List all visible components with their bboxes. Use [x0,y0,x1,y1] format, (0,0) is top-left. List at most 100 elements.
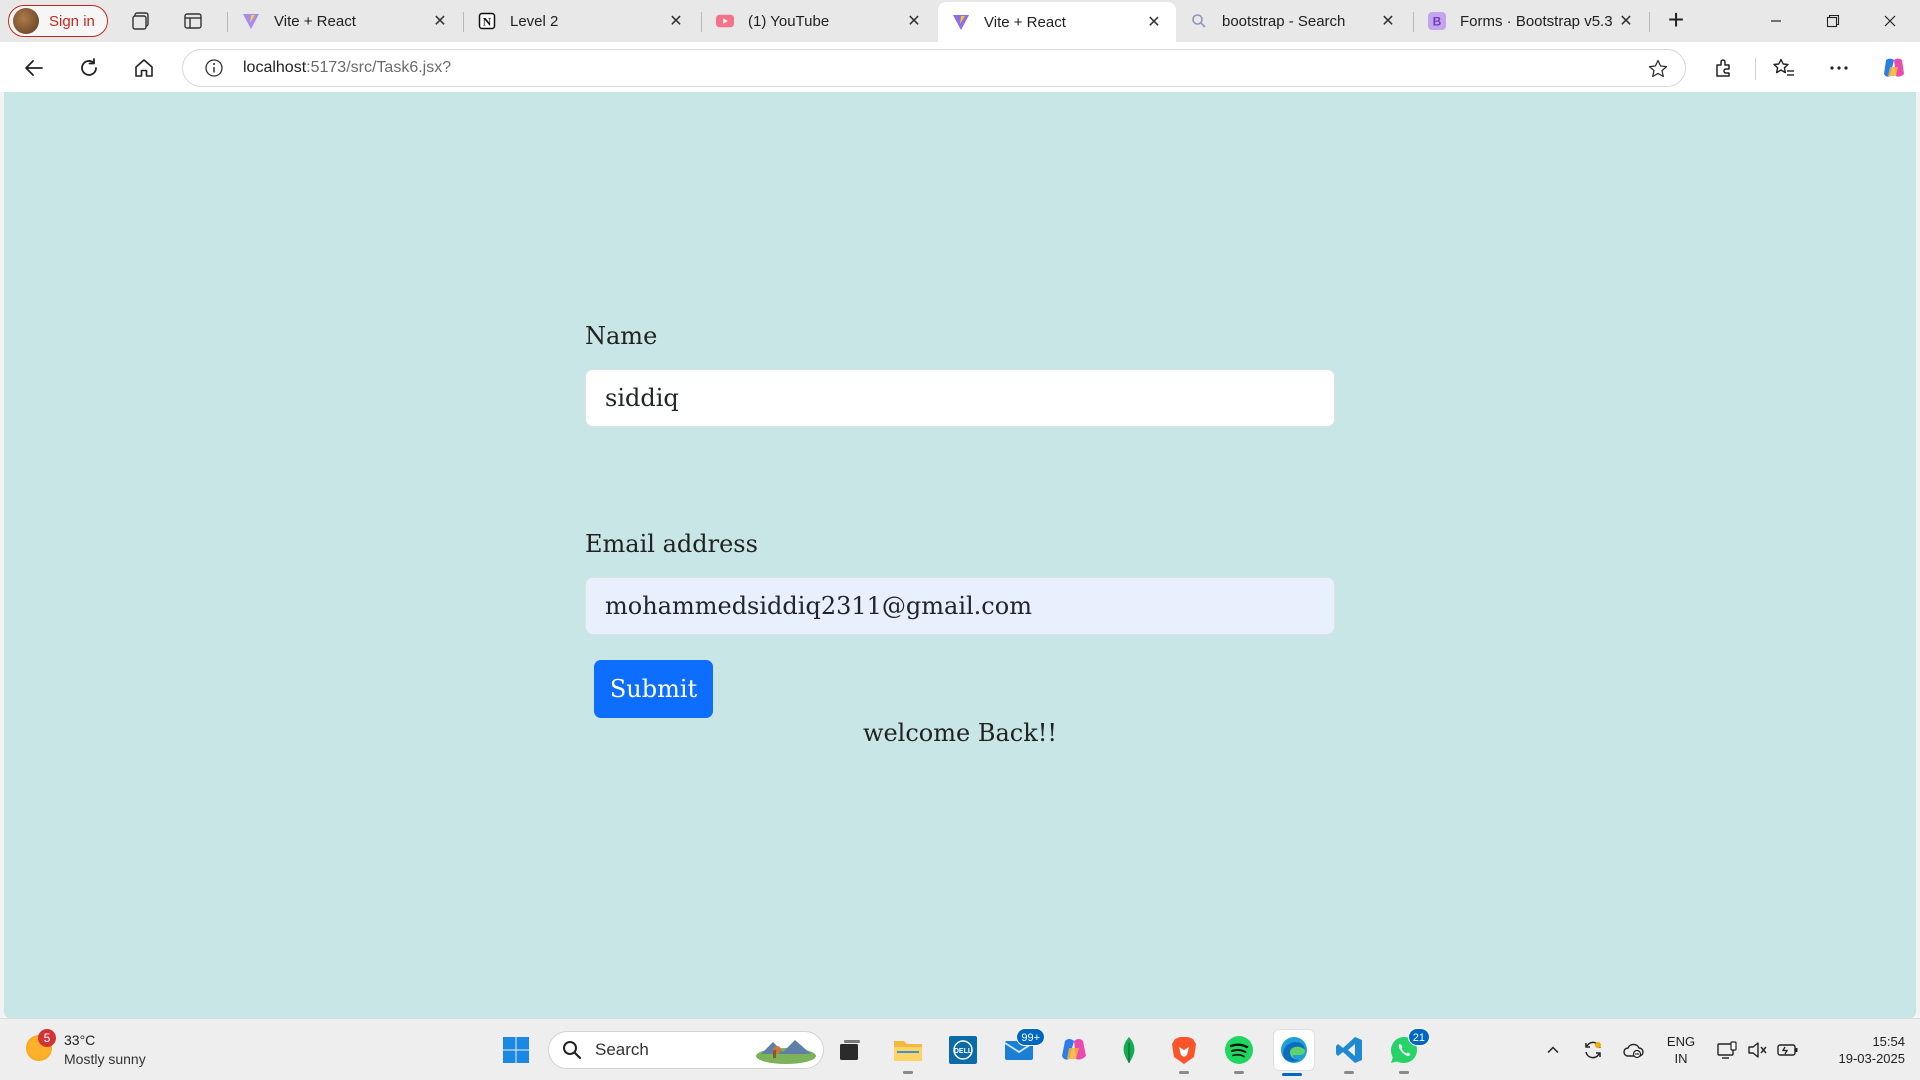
dell-app-icon[interactable]: DELL [945,1032,981,1068]
close-tab-icon[interactable]: ✕ [1616,11,1636,31]
url-path: :5173/src/Task6.jsx? [306,59,452,76]
language-indicator[interactable]: ENG IN [1666,1033,1696,1067]
favorite-star-icon[interactable] [1647,58,1669,80]
submit-button[interactable]: Submit [594,660,713,718]
running-indicator [1179,1071,1189,1074]
extensions-button[interactable] [1708,52,1740,84]
bootstrap-icon: B [1428,12,1446,30]
search-icon [563,1041,582,1060]
file-explorer-icon[interactable] [890,1032,926,1074]
restore-button[interactable] [1805,0,1861,42]
tab-divider [1649,12,1650,32]
task-view-icon[interactable] [832,1032,868,1068]
running-indicator [1234,1071,1244,1074]
search-icon [1190,12,1208,30]
copilot-icon[interactable] [1878,52,1910,84]
youtube-icon [716,12,734,30]
tab-label: Forms · Bootstrap v5.3 [1460,12,1613,30]
more-options-icon[interactable] [1823,52,1855,84]
close-tab-icon[interactable]: ✕ [904,11,924,31]
weather-temperature: 33°C [64,1032,96,1048]
tab-strip: Sign in Vite + React ✕ N Level 2 ✕ (1) Y… [0,0,1920,42]
profile-sign-in-button[interactable]: Sign in [8,5,108,37]
close-tab-icon[interactable]: ✕ [430,11,450,31]
chevron-up-icon[interactable] [1540,1019,1566,1080]
site-info-icon[interactable] [203,57,225,79]
email-input[interactable] [585,577,1335,635]
clock-date: 19-03-2025 [1838,1051,1906,1066]
windows-taskbar: 5 33°C Mostly sunny Search DELL 99+ 21 E… [0,1018,1920,1080]
spotify-icon[interactable] [1221,1032,1257,1074]
display-icon[interactable] [1714,1019,1740,1080]
url-host: localhost [243,59,307,76]
battery-icon[interactable] [1774,1019,1802,1080]
favorites-button[interactable] [1768,52,1800,84]
search-label: Search [595,1040,649,1059]
copilot-app-icon[interactable] [1056,1032,1092,1068]
weather-widget[interactable]: 5 33°C Mostly sunny [26,1029,176,1071]
svg-text:N: N [483,15,492,29]
vite-icon [242,12,260,30]
name-label: Name [585,322,658,350]
running-indicator [1399,1071,1409,1074]
mail-icon[interactable]: 99+ [1001,1028,1045,1068]
vscode-icon[interactable] [1331,1032,1367,1074]
svg-text:DELL: DELL [954,1048,973,1055]
tab-label: (1) YouTube [748,12,830,30]
close-tab-icon[interactable]: ✕ [1144,12,1164,32]
tab-vite-react-active[interactable]: Vite + React ✕ [938,2,1176,42]
workspaces-icon[interactable] [129,9,153,33]
tab-label: Level 2 [510,12,559,30]
browser-toolbar: localhost:5173/src/Task6.jsx? [0,42,1920,92]
toolbar-divider [1755,58,1756,80]
language-code: ENG [1666,1034,1696,1049]
mongodb-icon[interactable] [1111,1032,1147,1068]
mail-unread-badge: 99+ [1016,1028,1045,1046]
brave-browser-icon[interactable] [1166,1032,1202,1074]
whatsapp-icon[interactable]: 21 [1386,1028,1430,1074]
region-code: IN [1674,1051,1688,1066]
welcome-message: welcome Back!! [862,719,1058,747]
tab-vite-react[interactable]: Vite + React ✕ [228,0,462,42]
email-label: Email address [585,530,758,558]
tab-bootstrap-search[interactable]: bootstrap - Search ✕ [1176,0,1410,42]
weather-alert-badge: 5 [38,1029,56,1047]
name-input[interactable] [585,369,1335,427]
close-tab-icon[interactable]: ✕ [1378,11,1398,31]
edge-browser-icon[interactable] [1274,1030,1314,1076]
notion-icon: N [478,12,496,30]
system-clock[interactable]: 15:54 19-03-2025 [1810,1033,1906,1067]
svg-text:B: B [1433,15,1442,29]
clock-time: 15:54 [1872,1034,1905,1049]
vite-icon [952,13,970,31]
start-button[interactable] [498,1032,534,1068]
tab-label: Vite + React [984,13,1066,31]
vertical-tabs-icon[interactable] [181,9,205,33]
profile-label: Sign in [49,12,95,30]
tab-level-2[interactable]: N Level 2 ✕ [464,0,698,42]
back-button[interactable] [18,52,50,84]
tab-youtube[interactable]: (1) YouTube ✕ [702,0,936,42]
search-highlight-icon [756,1040,816,1064]
tab-label: bootstrap - Search [1222,12,1346,30]
whatsapp-unread-badge: 21 [1407,1028,1430,1046]
network-cloud-icon[interactable] [1620,1019,1646,1080]
refresh-button[interactable] [73,52,105,84]
minimize-button[interactable] [1748,0,1804,42]
address-bar[interactable]: localhost:5173/src/Task6.jsx? [182,49,1686,87]
volume-muted-icon[interactable] [1744,1019,1770,1080]
active-indicator [1282,1073,1302,1076]
close-window-button[interactable] [1862,0,1918,42]
home-button[interactable] [128,52,160,84]
url-text[interactable]: localhost:5173/src/Task6.jsx? [243,59,451,77]
tab-forms-bootstrap[interactable]: B Forms · Bootstrap v5.3 ✕ [1414,0,1648,42]
close-tab-icon[interactable]: ✕ [666,11,686,31]
profile-avatar [13,8,39,34]
running-indicator [903,1071,913,1074]
running-indicator [1344,1071,1354,1074]
sync-icon[interactable] [1580,1019,1606,1080]
new-tab-button[interactable]: + [1662,6,1690,34]
tab-label: Vite + React [274,12,356,30]
taskbar-search[interactable]: Search [548,1031,824,1069]
page-viewport: Name Email address Submit welcome Back!! [4,92,1916,1018]
